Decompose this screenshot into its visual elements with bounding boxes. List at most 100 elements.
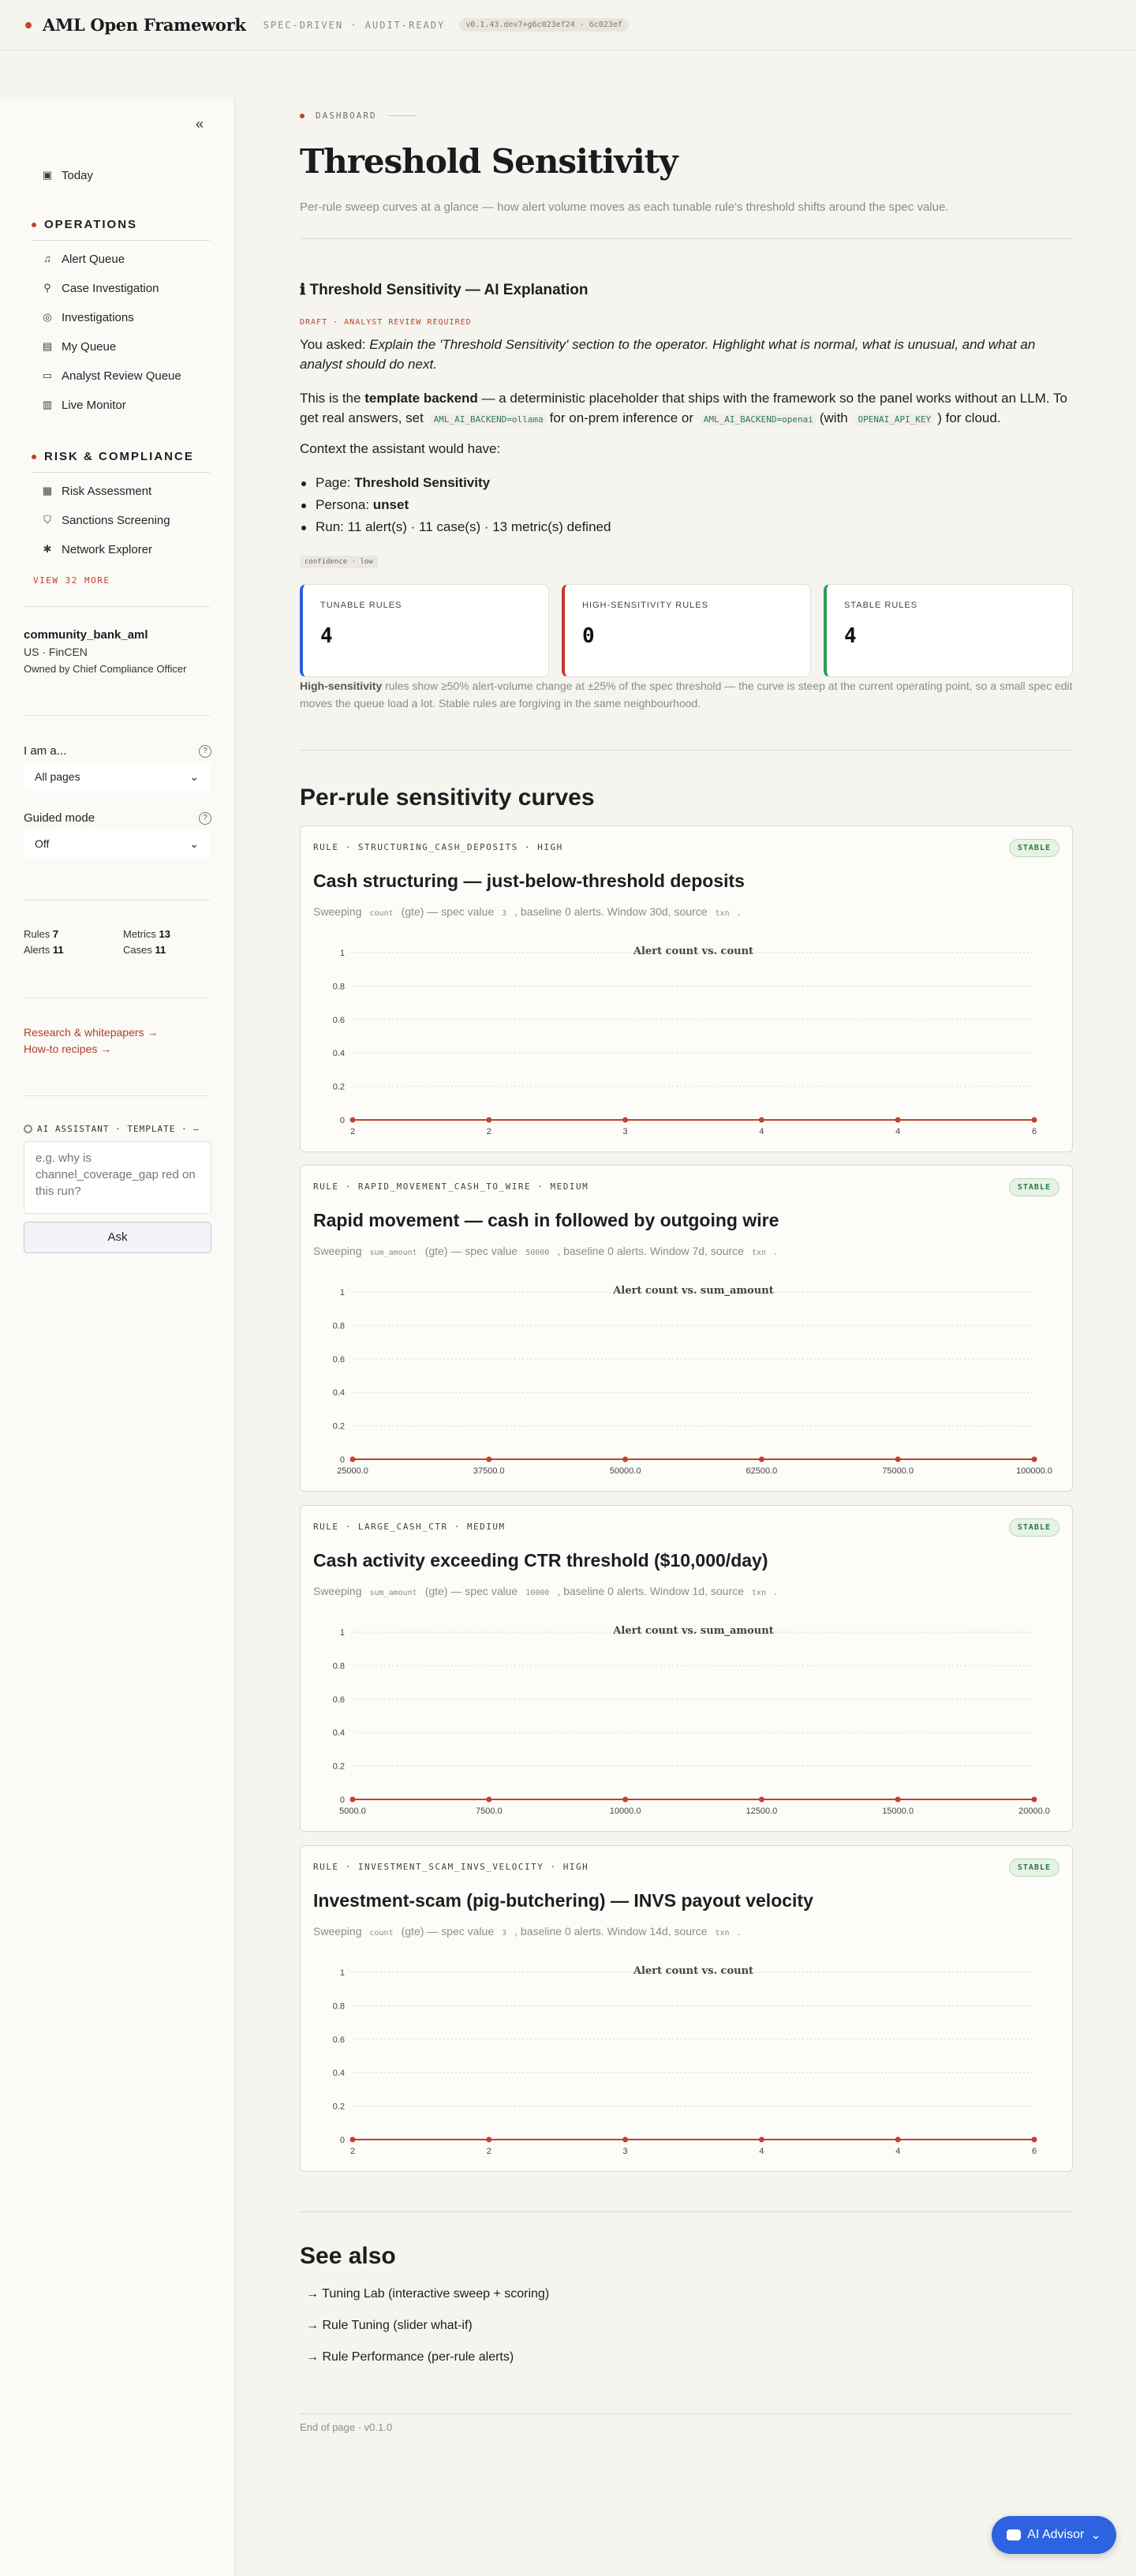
ai-question-input[interactable] xyxy=(24,1141,211,1214)
sidebar-item-network-explorer[interactable]: ✱ Network Explorer xyxy=(41,540,153,559)
x-tick-label: 7500.0 xyxy=(476,1807,503,1816)
tagline: SPEC-DRIVEN · AUDIT-READY xyxy=(263,19,446,31)
data-point xyxy=(622,1456,629,1462)
sensitivity-chart: 1 0.8 0.6 0.4 0.2 0 Alert count vs. sum_amount… xyxy=(333,1285,1052,1476)
rule-card: RULE · INVESTMENT_SCAM_INVS_VELOCITY · H… xyxy=(300,1845,1073,2172)
x-tick-label: 4 xyxy=(759,1127,764,1136)
data-point xyxy=(895,2136,901,2143)
template-backend-text: This is the template backend — a determi… xyxy=(300,391,1067,425)
brand-dot xyxy=(25,21,32,28)
x-tick-label: 6 xyxy=(1032,2147,1037,2156)
data-point xyxy=(1031,2136,1037,2143)
rule-sweep-text: Sweeping count (gte) — spec value 3, baseli… xyxy=(313,905,741,918)
data-point xyxy=(758,1456,764,1462)
chart-title: Alert count vs. sum_amount xyxy=(612,1285,773,1297)
data-point xyxy=(758,2136,764,2143)
page-lede: Per-rule sweep curves at a glance — how … xyxy=(300,200,949,214)
howto-link[interactable]: How-to recipes → xyxy=(24,1043,111,1055)
help-icon[interactable]: ? xyxy=(199,812,211,825)
x-tick-label: 5000.0 xyxy=(339,1807,366,1816)
tunable-rules-card: TUNABLE RULES 4 xyxy=(300,584,549,677)
x-tick-label: 12500.0 xyxy=(746,1807,778,1816)
high-sensitivity-rules-card: HIGH-SENSITIVITY RULES 0 xyxy=(562,584,811,677)
x-tick-label: 2 xyxy=(350,2147,355,2156)
y-tick-label: 0 xyxy=(340,1455,345,1465)
brand-title[interactable]: AML Open Framework xyxy=(43,15,246,35)
sidebar-item-investigations[interactable]: ◎ Investigations xyxy=(41,308,133,327)
y-tick-label: 1 xyxy=(340,1288,345,1297)
x-tick-label: 25000.0 xyxy=(337,1466,368,1476)
shield-icon: ⛉ xyxy=(43,514,51,526)
data-point xyxy=(486,1796,492,1803)
see-also-rule-tuning[interactable]: → Rule Tuning (slider what-if) xyxy=(306,2319,473,2333)
ai-advisor-button[interactable]: AI Advisor ⌄ xyxy=(992,2516,1116,2554)
sidebar-item-analyst-review-queue[interactable]: ▭ Analyst Review Queue xyxy=(41,366,181,385)
see-also-tuning-lab[interactable]: → Tuning Lab (interactive sweep + scorin… xyxy=(306,2287,549,2301)
sidebar-item-case-investigation[interactable]: ⚲ Case Investigation xyxy=(41,279,159,298)
see-also-rule-performance[interactable]: → Rule Performance (per-rule alerts) xyxy=(306,2350,514,2364)
x-tick-label: 4 xyxy=(759,2147,764,2156)
sidebar-item-risk-assessment[interactable]: ▦ Risk Assessment xyxy=(41,481,151,500)
network-icon: ✱ xyxy=(43,543,52,555)
x-tick-label: 20000.0 xyxy=(1018,1807,1050,1816)
draft-label: DRAFT · ANALYST REVIEW REQUIRED xyxy=(300,318,472,327)
view-more-link[interactable]: VIEW 32 MORE xyxy=(33,575,110,586)
sidebar-item-alert-queue[interactable]: ♫ Alert Queue xyxy=(41,249,125,268)
research-link[interactable]: Research & whitepapers → xyxy=(24,1026,158,1039)
x-tick-label: 15000.0 xyxy=(882,1807,914,1816)
status-badge: STABLE xyxy=(1008,1518,1059,1537)
sidebar: « ▣ Today OPERATIONS ♫ Alert Queue ⚲ Case I… xyxy=(0,99,235,2576)
y-tick-label: 0.8 xyxy=(333,982,345,991)
rule-title: Cash activity exceeding CTR threshold ($… xyxy=(313,1550,768,1571)
sidebar-item-live-monitor[interactable]: ▥ Live Monitor xyxy=(41,395,126,414)
ask-button[interactable]: Ask xyxy=(24,1222,211,1253)
version-badge: v0.1.43.dev7+g6c023ef24 · 6c023ef xyxy=(459,18,629,32)
guided-mode-select[interactable]: Off ⌄ xyxy=(24,829,210,858)
tray-icon: ▭ xyxy=(42,369,53,381)
top-bar: AML Open Framework SPEC-DRIVEN · AUDIT-R… xyxy=(0,0,1136,51)
data-point xyxy=(1031,1796,1037,1803)
ai-assistant-header: AI ASSISTANT · TEMPLATE · — xyxy=(24,1124,200,1134)
stat-rules: Rules 7 xyxy=(24,928,59,940)
y-tick-label: 0.8 xyxy=(333,1321,345,1331)
help-icon[interactable]: ? xyxy=(199,745,211,758)
x-tick-label: 37500.0 xyxy=(473,1466,505,1476)
rule-card: RULE · RAPID_MOVEMENT_CASH_TO_WIRE · MED… xyxy=(300,1165,1073,1492)
y-tick-label: 0.8 xyxy=(333,1661,345,1671)
y-tick-label: 1 xyxy=(340,1628,345,1638)
breadcrumb: DASHBOARD xyxy=(300,110,417,121)
rule-id: RULE · INVESTMENT_SCAM_INVS_VELOCITY · H… xyxy=(313,1862,589,1872)
collapse-sidebar-icon[interactable]: « xyxy=(189,114,210,134)
y-tick-label: 0.8 xyxy=(333,2001,345,2011)
sensitivity-note: High-sensitivity rules show ≥50% alert-v… xyxy=(300,680,1073,710)
y-tick-label: 0.6 xyxy=(333,1016,345,1025)
calendar-icon: ▣ xyxy=(42,169,53,181)
y-tick-label: 0.4 xyxy=(333,1388,345,1398)
data-point xyxy=(1031,1456,1037,1462)
rule-title: Rapid movement — cash in followed by out… xyxy=(313,1210,779,1230)
y-tick-label: 0.2 xyxy=(333,2102,345,2112)
chart-title: Alert count vs. count xyxy=(633,1965,753,1977)
y-tick-label: 0 xyxy=(340,1116,345,1125)
sidebar-item-sanctions-screening[interactable]: ⛉ Sanctions Screening xyxy=(41,511,170,530)
sidebar-item-my-queue[interactable]: ▤ My Queue xyxy=(41,337,116,356)
chevron-down-icon: ⌄ xyxy=(1090,2529,1101,2542)
list-item: Run: 11 alert(s) · 11 case(s) · 13 metri… xyxy=(300,516,611,538)
data-point xyxy=(349,1117,356,1123)
rule-id: RULE · STRUCTURING_CASH_DEPOSITS · HIGH xyxy=(313,842,563,852)
y-tick-label: 1 xyxy=(340,1968,345,1978)
sensitivity-chart: 1 0.8 0.6 0.4 0.2 0 Alert count vs. count 2 2 3 4 4… xyxy=(333,1965,1037,2156)
curves-heading: Per-rule sensitivity curves xyxy=(300,784,595,811)
rule-sweep-text: Sweeping count (gte) — spec value 3, baseli… xyxy=(313,1925,741,1938)
sidebar-item-today[interactable]: ▣ Today xyxy=(41,166,93,185)
data-point xyxy=(349,1796,356,1803)
page-title: Threshold Sensitivity xyxy=(300,142,678,181)
target-icon: ◎ xyxy=(43,311,52,323)
rule-sweep-text: Sweeping sum_amount (gte) — spec value 1000… xyxy=(313,1585,777,1597)
y-tick-label: 0.4 xyxy=(333,1728,345,1738)
section-risk-compliance: RISK & COMPLIANCE xyxy=(32,450,194,463)
x-tick-label: 3 xyxy=(623,2147,628,2156)
y-tick-label: 0.2 xyxy=(333,1422,345,1432)
search-icon: ⚲ xyxy=(43,282,51,294)
persona-select[interactable]: All pages ⌄ xyxy=(24,762,210,791)
